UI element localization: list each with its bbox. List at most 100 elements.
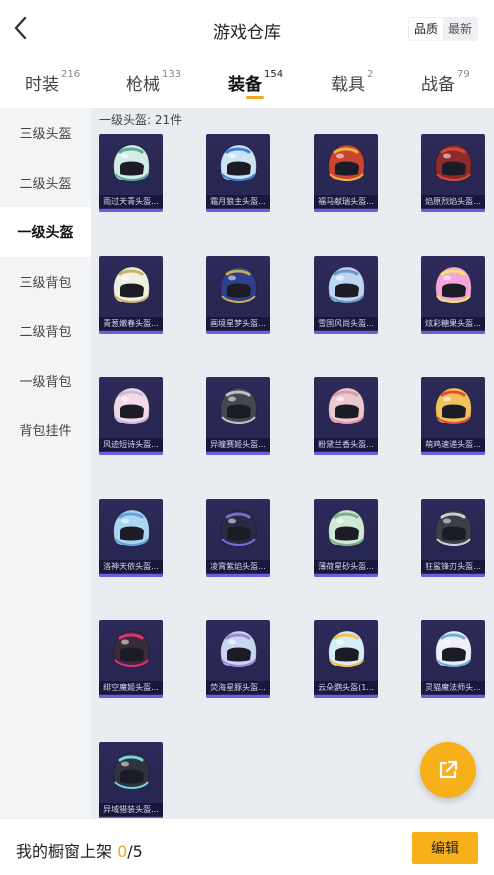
helmet-name: 绯空魔姬头盔... bbox=[99, 681, 163, 694]
helmet-icon bbox=[435, 630, 472, 667]
helmet-card[interactable]: 粉黛兰香头盔... bbox=[314, 377, 378, 455]
helmet-name: 福马献瑞头盔... bbox=[314, 195, 378, 208]
footer-bar: 我的橱窗上架 0/5 编辑 bbox=[0, 818, 494, 875]
helmet-icon bbox=[220, 630, 257, 667]
rarity-bar bbox=[421, 330, 485, 334]
rarity-bar bbox=[99, 573, 163, 577]
share-icon bbox=[439, 760, 458, 779]
helmet-name: 雪国风尚头盔... bbox=[314, 316, 378, 330]
helmet-icon bbox=[113, 508, 150, 546]
tab-vehicles[interactable]: 载具 2 bbox=[331, 69, 374, 95]
tab-count: 79 bbox=[457, 69, 470, 80]
helmet-card[interactable]: 青葱嫩春头盔... bbox=[99, 255, 163, 334]
helmet-card[interactable]: 荧海星豚头盔... bbox=[206, 620, 270, 698]
helmet-name: 荧海星豚头盔... bbox=[206, 681, 270, 694]
helmet-card[interactable]: 灵猫魔法师头... bbox=[421, 620, 485, 698]
helmet-card[interactable]: 凌霄紫焰头盔... bbox=[206, 498, 270, 577]
sidebar-item-level1-helmet[interactable]: 一级头盔 bbox=[0, 207, 91, 257]
helmet-name: 雨过天青头盔... bbox=[99, 195, 163, 208]
helmet-icon bbox=[328, 630, 365, 667]
tab-equipment[interactable]: 装备 154 bbox=[228, 69, 283, 95]
share-button[interactable] bbox=[420, 742, 476, 798]
sidebar-item-level2-backpack[interactable]: 二级背包 bbox=[0, 306, 91, 356]
rarity-bar bbox=[421, 695, 485, 698]
helmet-card[interactable]: 异瞳赛姬头盔... bbox=[206, 377, 270, 455]
helmet-card[interactable]: 雪国风尚头盔... bbox=[314, 255, 378, 334]
helmet-name: 粉黛兰香头盔... bbox=[314, 438, 378, 451]
rarity-bar bbox=[99, 330, 163, 334]
back-button[interactable] bbox=[8, 14, 32, 42]
sidebar-item-level3-backpack[interactable]: 三级背包 bbox=[0, 257, 91, 307]
rarity-bar bbox=[314, 452, 378, 455]
chevron-left-icon bbox=[14, 16, 27, 40]
helmet-name: 风迹短诗头盔... bbox=[99, 438, 163, 451]
tab-count: 216 bbox=[61, 69, 81, 80]
helmet-card[interactable]: 洛神天依头盔... bbox=[99, 498, 163, 577]
helmet-icon bbox=[113, 265, 150, 303]
tab-label: 时装 bbox=[25, 75, 59, 95]
helmet-card[interactable]: 狂鲨锋刃头盔... bbox=[421, 498, 485, 577]
helmet-name: 画境星梦头盔... bbox=[206, 316, 270, 330]
helmet-icon bbox=[328, 508, 365, 546]
helmet-name: 霜月狼主头盔... bbox=[206, 195, 270, 208]
sort-option-latest[interactable]: 最新 bbox=[443, 18, 477, 40]
tab-supplies[interactable]: 战备 79 bbox=[421, 69, 470, 95]
helmet-name: 狂鲨锋刃头盔... bbox=[421, 559, 485, 573]
helmet-card[interactable]: 风迹短诗头盔... bbox=[99, 377, 163, 455]
rarity-bar bbox=[421, 452, 485, 455]
helmet-card[interactable]: 薄荷星砂头盔... bbox=[314, 498, 378, 577]
helmet-card[interactable]: 云朵鹦头盔(1... bbox=[314, 620, 378, 698]
rarity-bar bbox=[99, 695, 163, 698]
sidebar-item-level2-helmet[interactable]: 二级头盔 bbox=[0, 158, 91, 208]
tab-fashion[interactable]: 时装 216 bbox=[25, 69, 81, 95]
helmet-card[interactable]: 福马献瑞头盔... bbox=[314, 134, 378, 212]
helmet-name: 炫彩糖果头盔... bbox=[421, 316, 485, 330]
helmet-card[interactable]: 焰原烈焰头盔... bbox=[421, 134, 485, 212]
tab-label: 战备 bbox=[421, 75, 455, 95]
rarity-bar bbox=[206, 695, 270, 698]
helmet-icon bbox=[435, 387, 472, 424]
helmet-card[interactable]: 画境星梦头盔... bbox=[206, 255, 270, 334]
showcase-status: 我的橱窗上架 0/5 bbox=[16, 838, 143, 862]
helmet-name: 青葱嫩春头盔... bbox=[99, 316, 163, 330]
tab-guns[interactable]: 枪械 133 bbox=[126, 69, 182, 95]
sidebar-item-level1-backpack[interactable]: 一级背包 bbox=[0, 356, 91, 406]
helmet-card[interactable]: 绯空魔姬头盔... bbox=[99, 620, 163, 698]
category-tabs: 时装 216 枪械 133 装备 154 载具 2 战备 79 bbox=[0, 58, 494, 108]
helmet-icon bbox=[220, 508, 257, 546]
tab-label: 枪械 bbox=[126, 75, 160, 95]
helmet-name: 萌鸡速递头盔... bbox=[421, 438, 485, 451]
sidebar-item-level3-helmet[interactable]: 三级头盔 bbox=[0, 108, 91, 158]
helmet-card[interactable]: 雨过天青头盔... bbox=[99, 134, 163, 212]
tab-label: 装备 bbox=[228, 75, 262, 95]
helmet-card[interactable]: 霜月狼主头盔... bbox=[206, 134, 270, 212]
rarity-bar bbox=[314, 209, 378, 212]
helmet-icon bbox=[113, 144, 150, 181]
helmet-icon bbox=[113, 630, 150, 667]
rarity-bar bbox=[421, 573, 485, 577]
helmet-icon bbox=[435, 265, 472, 303]
helmet-icon bbox=[220, 265, 257, 303]
helmet-card[interactable]: 萌鸡速递头盔... bbox=[421, 377, 485, 455]
helmet-icon bbox=[328, 387, 365, 424]
sidebar-item-backpack-pendant[interactable]: 背包挂件 bbox=[0, 405, 91, 455]
helmet-card[interactable]: 炫彩糖果头盔... bbox=[421, 255, 485, 334]
tab-count: 2 bbox=[367, 69, 374, 80]
helmet-icon bbox=[328, 144, 365, 181]
sort-option-quality[interactable]: 品质 bbox=[408, 18, 443, 40]
helmet-name: 薄荷星砂头盔... bbox=[314, 559, 378, 573]
rarity-bar bbox=[206, 573, 270, 577]
helmet-name: 云朵鹦头盔(1... bbox=[314, 681, 378, 694]
helmet-icon bbox=[220, 387, 257, 424]
helmet-icon bbox=[220, 144, 257, 181]
helmet-card[interactable]: 异域猎装头盔... bbox=[99, 741, 163, 818]
edit-button[interactable]: 编辑 bbox=[412, 832, 478, 864]
showcase-count: 0 bbox=[117, 842, 128, 861]
helmet-name: 异瞳赛姬头盔... bbox=[206, 438, 270, 451]
header: 游戏仓库 品质 最新 bbox=[0, 0, 494, 58]
tab-label: 载具 bbox=[331, 75, 365, 95]
helmet-name: 灵猫魔法师头... bbox=[421, 681, 485, 694]
rarity-bar bbox=[99, 452, 163, 455]
tab-count: 133 bbox=[162, 69, 182, 80]
rarity-bar bbox=[314, 330, 378, 334]
